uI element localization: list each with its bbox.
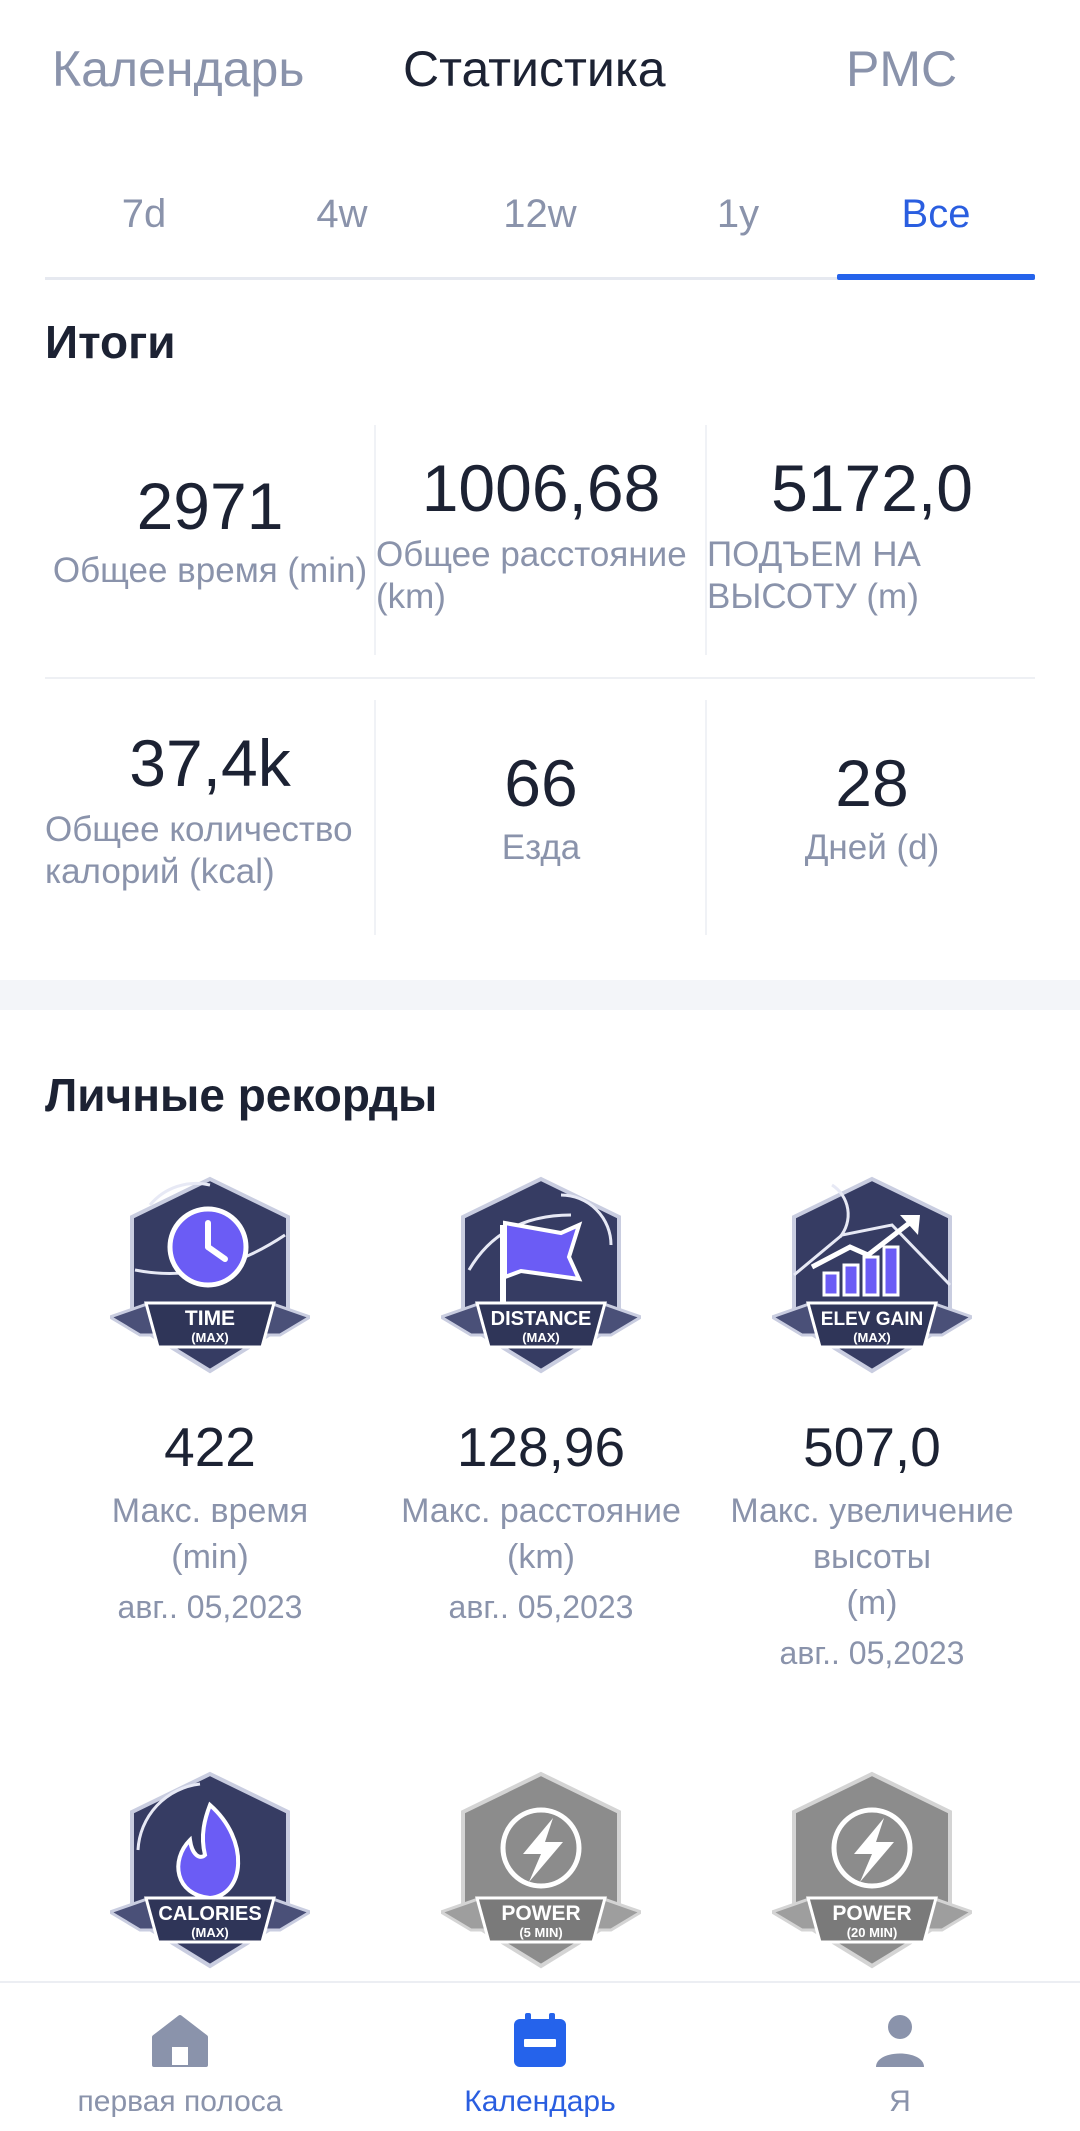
elevation-chart-icon: ELEV GAIN (MAX)	[772, 1176, 972, 1374]
record-date: авг.. 05,2023	[117, 1588, 303, 1625]
stat-value: 1006,68	[421, 451, 661, 525]
records-title: Личные рекорды	[45, 1069, 438, 1121]
svg-text:(MAX): (MAX)	[191, 1330, 229, 1345]
stat-total-time: 2971 Общее время (min)	[45, 468, 375, 592]
svg-text:(MAX): (MAX)	[522, 1330, 560, 1345]
svg-text:(MAX): (MAX)	[853, 1330, 891, 1345]
record-max-elevation[interactable]: ELEV GAIN (MAX) 507,0 Макс. увеличение вы…	[707, 1175, 1037, 1672]
nav-home[interactable]: первая полоса	[0, 1983, 360, 2131]
range-tab-12w[interactable]: 12w	[441, 192, 639, 277]
record-max-time[interactable]: TIME (MAX) 422 Макс. время (min) авг.. 05…	[45, 1175, 375, 1626]
svg-text:(5 MIN): (5 MIN)	[519, 1925, 562, 1940]
range-tab-1y[interactable]: 1y	[639, 192, 837, 277]
lightning-icon: POWER (20 MIN)	[772, 1771, 972, 1969]
tab-statistics[interactable]: Статистика	[403, 40, 666, 98]
svg-text:POWER: POWER	[832, 1902, 911, 1925]
record-max-calories[interactable]: CALORIES (MAX)	[45, 1770, 375, 1970]
tab-calendar[interactable]: Календарь	[52, 40, 304, 98]
profile-icon	[876, 2015, 924, 2067]
record-label: Макс. время (min)	[111, 1492, 309, 1576]
svg-text:DISTANCE: DISTANCE	[491, 1308, 592, 1330]
record-label: Макс. расстояние (km)	[401, 1492, 681, 1576]
svg-text:(MAX): (MAX)	[191, 1925, 229, 1940]
home-icon	[152, 2015, 208, 2067]
stat-label: ПОДЪЕМ НА ВЫСОТУ (m)	[707, 535, 921, 616]
stat-label: Езда	[501, 828, 581, 867]
stat-label: Дней (d)	[804, 828, 940, 867]
nav-label: первая полоса	[77, 2085, 283, 2118]
stat-label: Общее количество калорий (kcal)	[45, 810, 353, 891]
stat-days: 28 Дней (d)	[707, 745, 1037, 869]
stat-label: Общее расстояние (km)	[376, 535, 687, 616]
svg-text:POWER: POWER	[501, 1902, 580, 1925]
lightning-icon: POWER (5 MIN)	[441, 1771, 641, 1969]
section-separator	[0, 980, 1080, 1010]
record-value: 128,96	[456, 1416, 626, 1478]
nav-label: Календарь	[464, 2085, 616, 2118]
record-power-20min[interactable]: POWER (20 MIN)	[707, 1770, 1037, 1970]
flame-icon: CALORIES (MAX)	[110, 1771, 310, 1969]
stat-rides: 66 Езда	[376, 745, 706, 869]
record-value: 422	[164, 1416, 256, 1478]
stat-value: 37,4k	[129, 726, 291, 800]
range-tab-all[interactable]: Все	[837, 192, 1035, 277]
flag-icon: DISTANCE (MAX)	[441, 1176, 641, 1374]
stat-value: 5172,0	[771, 451, 973, 525]
range-tabs: 7d 4w 12w 1y Все	[45, 170, 1035, 280]
stat-total-calories: 37,4k Общее количество калорий (kcal)	[45, 725, 375, 893]
stat-value: 66	[504, 746, 578, 820]
row-divider	[45, 677, 1035, 679]
record-label: Макс. увеличение высоты (m)	[730, 1492, 1014, 1622]
stat-value: 28	[835, 746, 909, 820]
record-date: авг.. 05,2023	[448, 1588, 634, 1625]
record-power-5min[interactable]: POWER (5 MIN)	[376, 1770, 706, 1970]
summary-title: Итоги	[45, 316, 176, 368]
stat-label: Общее время (min)	[52, 551, 368, 590]
bottom-nav: первая полоса Календарь Я	[0, 1981, 1080, 2131]
record-date: авг.. 05,2023	[779, 1634, 965, 1671]
clock-icon: TIME (MAX)	[110, 1176, 310, 1374]
record-value: 507,0	[803, 1416, 941, 1478]
top-tabs: Календарь Статистика PMC	[0, 0, 1080, 145]
record-max-distance[interactable]: DISTANCE (MAX) 128,96 Макс. расстояние (k…	[376, 1175, 706, 1626]
tab-pmc[interactable]: PMC	[846, 40, 957, 98]
svg-text:CALORIES: CALORIES	[158, 1903, 261, 1925]
stat-value: 2971	[136, 469, 284, 543]
nav-profile[interactable]: Я	[720, 1983, 1080, 2131]
svg-text:TIME: TIME	[185, 1307, 235, 1330]
range-tab-7d[interactable]: 7d	[45, 192, 243, 277]
stat-elevation-gain: 5172,0 ПОДЪЕМ НА ВЫСОТУ (m)	[707, 450, 1037, 618]
svg-text:ELEV GAIN: ELEV GAIN	[821, 1309, 923, 1330]
range-tab-4w[interactable]: 4w	[243, 192, 441, 277]
stat-total-distance: 1006,68 Общее расстояние (km)	[376, 450, 706, 618]
calendar-icon	[514, 2013, 566, 2067]
svg-text:(20 MIN): (20 MIN)	[847, 1925, 898, 1940]
active-tab-indicator	[837, 274, 1035, 280]
nav-calendar[interactable]: Календарь	[360, 1983, 720, 2131]
nav-label: Я	[889, 2085, 911, 2118]
